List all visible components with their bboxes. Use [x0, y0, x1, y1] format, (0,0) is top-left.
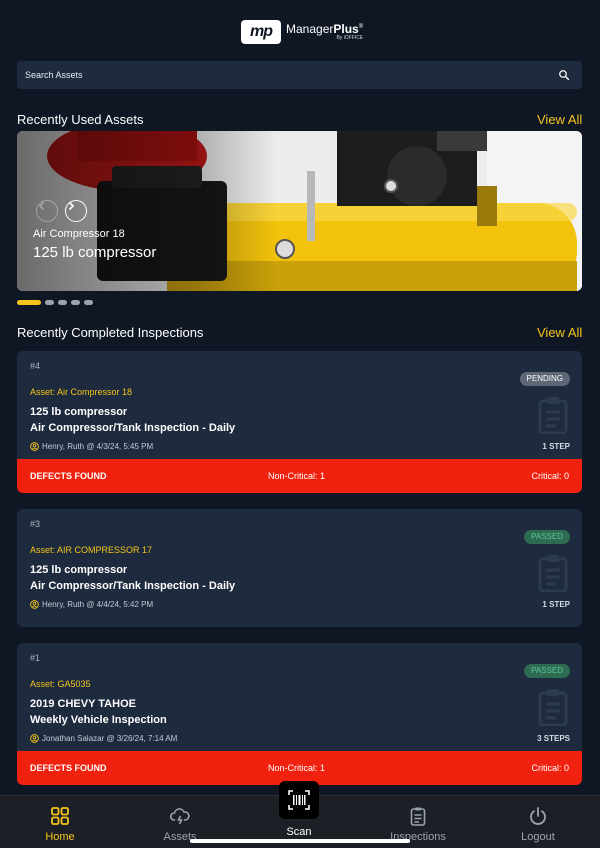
inspection-asset: Asset: GA5035 [30, 679, 91, 689]
logo-name-light: Manager [286, 22, 334, 36]
app-header: mp ManagerPlus® By iOFFICE [0, 0, 600, 60]
non-critical-count: Non-Critical: 1 [268, 763, 326, 773]
slide-asset-name: Air Compressor 18 [33, 228, 125, 240]
defects-banner: DEFECTS FOUND Non-Critical: 1 Critical: … [17, 751, 582, 785]
logo-wordmark: ManagerPlus® By iOFFICE [286, 23, 363, 41]
clipboard-list-icon [410, 807, 426, 826]
clipboard-icon [538, 555, 568, 592]
tab-logout-label: Logout [521, 831, 555, 843]
pagination-dot[interactable] [58, 300, 67, 305]
inspection-number: #1 [30, 653, 41, 663]
clipboard-icon [538, 397, 568, 434]
scan-button[interactable] [279, 781, 319, 819]
logo-byline: By iOFFICE [336, 35, 364, 41]
grid-icon [51, 807, 69, 825]
home-indicator [190, 839, 410, 843]
inspection-inspector: Henry, Ruth @ 4/4/24, 5:42 PM [42, 600, 154, 609]
status-badge: PENDING [519, 372, 570, 386]
inspection-card[interactable]: #3 Asset: AIR COMPRESSOR 17 125 lb compr… [17, 509, 582, 627]
search-icon[interactable] [558, 69, 570, 81]
inspection-name: Air Compressor/Tank Inspection - Daily [30, 422, 236, 434]
inspection-meta: Henry, Ruth @ 4/4/24, 5:42 PM [30, 600, 153, 609]
user-circle-icon [30, 734, 39, 743]
logo-name-bold: Plus [333, 22, 359, 36]
recent-inspections-view-all-link[interactable]: View All [537, 325, 582, 340]
defects-banner: DEFECTS FOUND Non-Critical: 1 Critical: … [17, 459, 582, 493]
logo-registered: ® [358, 24, 364, 30]
clipboard-icon [538, 689, 568, 726]
inspection-asset-title: 125 lb compressor [30, 406, 128, 418]
cloud-lightning-icon [170, 808, 190, 825]
chevron-left-icon [38, 201, 45, 211]
barcode-icon [288, 790, 310, 810]
slide-asset-title: 125 lb compressor [33, 244, 157, 261]
user-circle-icon [30, 600, 39, 609]
chevron-right-icon [68, 201, 75, 211]
user-circle-icon [30, 442, 39, 451]
inspection-asset: Asset: AIR COMPRESSOR 17 [30, 545, 153, 555]
manager-plus-logo: mp ManagerPlus® By iOFFICE [241, 20, 363, 44]
inspection-inspector: Jonathan Salazar @ 3/26/24, 7:14 AM [42, 734, 178, 743]
inspection-meta: Henry, Ruth @ 4/3/24, 5:45 PM [30, 442, 153, 451]
recent-assets-title: Recently Used Assets [17, 112, 144, 127]
defects-label: DEFECTS FOUND [30, 763, 107, 773]
tab-scan-label[interactable]: Scan [276, 826, 322, 838]
pagination-dot[interactable] [71, 300, 80, 305]
tab-home[interactable]: Home [20, 796, 100, 848]
carousel-next-button[interactable] [65, 200, 87, 222]
inspection-number: #4 [30, 361, 41, 371]
non-critical-count: Non-Critical: 1 [268, 471, 326, 481]
defects-label: DEFECTS FOUND [30, 471, 107, 481]
tab-logout[interactable]: Logout [498, 796, 578, 848]
status-badge: PASSED [524, 664, 570, 678]
inspection-asset-title: 2019 CHEVY TAHOE [30, 698, 136, 710]
power-icon [530, 807, 546, 825]
critical-count: Critical: 0 [531, 471, 569, 481]
inspection-inspector: Henry, Ruth @ 4/3/24, 5:45 PM [42, 442, 154, 451]
logo-mark: mp [241, 20, 281, 44]
inspection-asset-title: 125 lb compressor [30, 564, 128, 576]
carousel-prev-button[interactable] [36, 200, 58, 222]
tab-home-label: Home [45, 831, 75, 843]
status-badge: PASSED [524, 530, 570, 544]
inspection-card[interactable]: #4 Asset: Air Compressor 18 125 lb compr… [17, 351, 582, 493]
inspection-card[interactable]: #1 Asset: GA5035 2019 CHEVY TAHOE Weekly… [17, 643, 582, 785]
pagination-dot[interactable] [45, 300, 54, 305]
pagination-dot-active[interactable] [17, 300, 41, 305]
step-count: 1 STEP [542, 442, 570, 451]
inspection-asset: Asset: Air Compressor 18 [30, 387, 133, 397]
critical-count: Critical: 0 [531, 763, 569, 773]
carousel-pagination [17, 300, 93, 305]
search-input[interactable]: Search Assets [17, 61, 582, 89]
inspection-name: Weekly Vehicle Inspection [30, 714, 167, 726]
inspection-meta: Jonathan Salazar @ 3/26/24, 7:14 AM [30, 734, 177, 743]
step-count: 1 STEP [542, 600, 570, 609]
inspection-name: Air Compressor/Tank Inspection - Daily [30, 580, 236, 592]
inspection-number: #3 [30, 519, 41, 529]
pagination-dot[interactable] [84, 300, 93, 305]
search-placeholder: Search Assets [25, 70, 83, 80]
step-count: 3 STEPS [537, 734, 570, 743]
asset-carousel[interactable]: Air Compressor 18 125 lb compressor [17, 131, 582, 291]
recent-assets-view-all-link[interactable]: View All [537, 112, 582, 127]
recent-inspections-title: Recently Completed Inspections [17, 325, 204, 340]
